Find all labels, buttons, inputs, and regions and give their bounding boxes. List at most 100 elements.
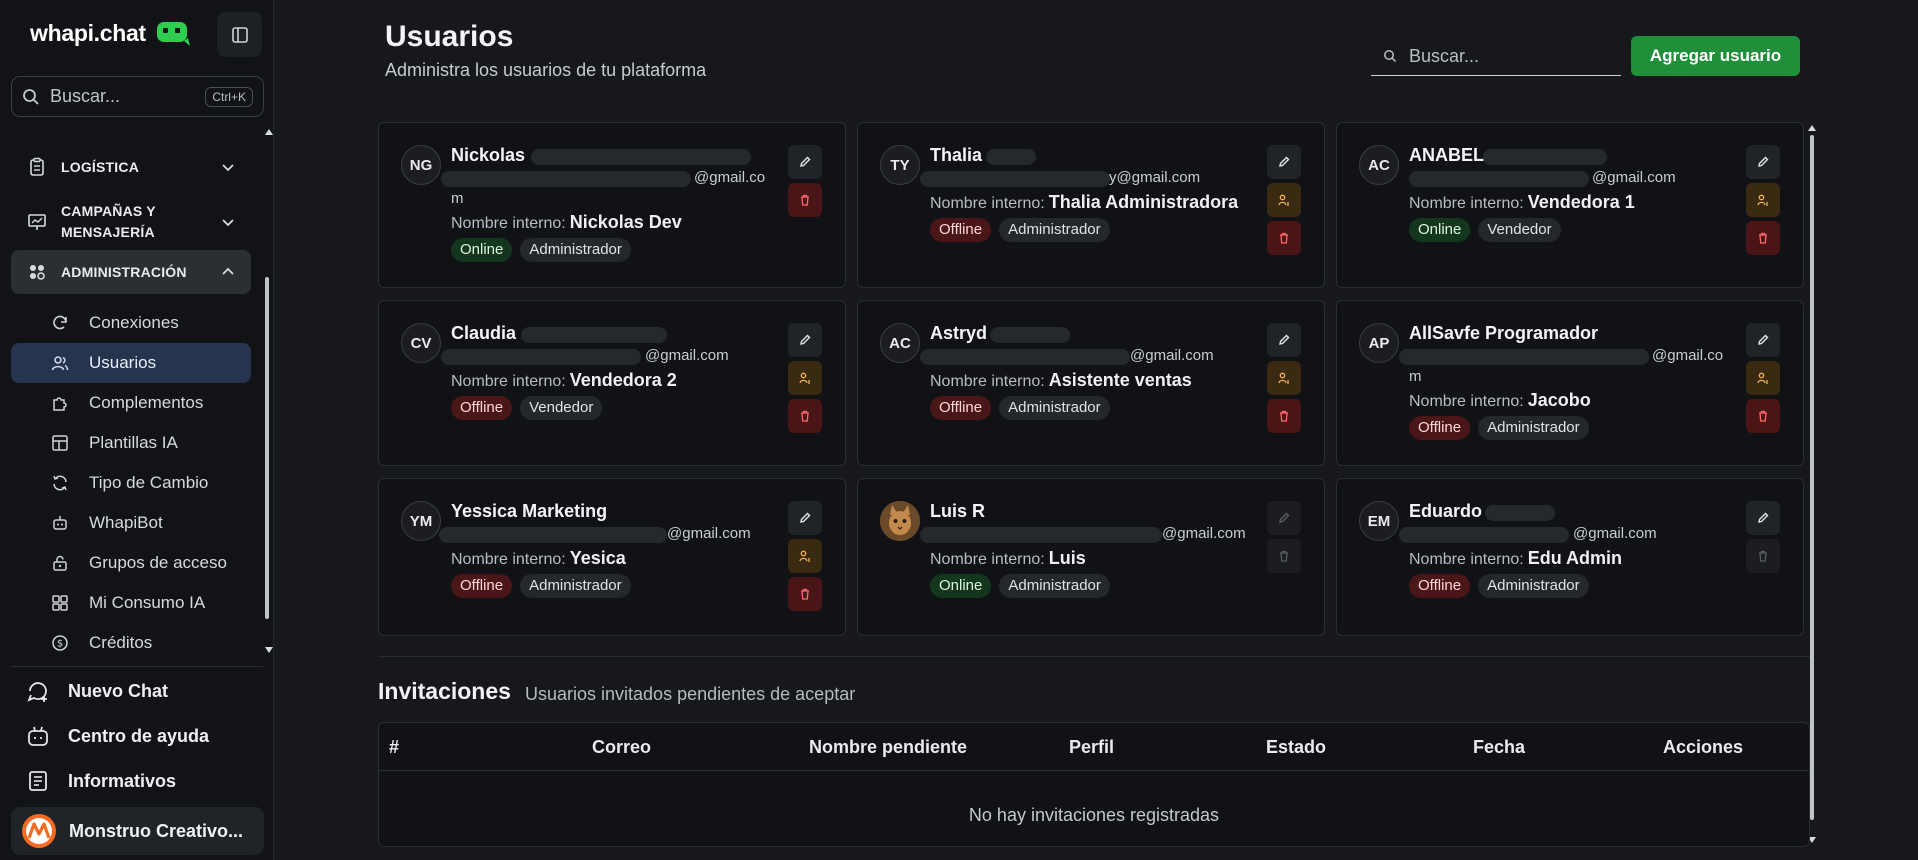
sidebar-search[interactable]: Buscar... Ctrl+K [11, 76, 264, 117]
edit-user-button[interactable] [788, 501, 822, 535]
role-badge: Administrador [520, 574, 631, 598]
refresh-icon [51, 314, 69, 332]
internal-name: Nombre interno: Yesica [451, 548, 626, 569]
sidebar-item-label: Plantillas IA [89, 433, 178, 452]
nav-group-campanas[interactable]: CAMPAÑAS Y MENSAJERÍA [11, 197, 251, 247]
account-switcher[interactable]: Monstruo Creativo... [11, 807, 264, 855]
user-name: ANABEL [1409, 145, 1484, 165]
internal-name: Nombre interno: Vendedora 2 [451, 370, 677, 391]
user-email: @gmail.com [645, 347, 729, 364]
status-badge: Offline [930, 396, 992, 420]
user-badges: Offline Administrador [1409, 574, 1589, 598]
column-header: Acciones [1663, 737, 1744, 757]
edit-user-button[interactable] [1746, 145, 1780, 179]
role-badge: Administrador [999, 396, 1110, 420]
collapse-sidebar-button[interactable] [217, 12, 262, 57]
redacted-email-mask [439, 527, 667, 543]
invitations-table: # Correo Nombre pendiente Perfil Estado … [378, 722, 1810, 847]
user-email: @gmail.com [1592, 169, 1676, 186]
permissions-button[interactable] [1746, 183, 1780, 217]
add-user-button[interactable]: Agregar usuario [1631, 36, 1800, 76]
user-email: @gmail.co [1652, 347, 1724, 364]
user-badges: Offline Administrador [930, 218, 1110, 242]
sidebar-item-label: Usuarios [89, 353, 157, 372]
user-card: AC ANABEL @gmail.com Nombre interno: Vend… [1336, 122, 1804, 288]
trash-icon [798, 409, 812, 423]
delete-user-button-disabled[interactable] [1267, 539, 1301, 573]
sidebar-item-grupos-acceso[interactable]: Grupos de acceso [11, 543, 251, 583]
redacted-name-mask [1483, 149, 1607, 165]
brand-logo[interactable]: whapi.chat [30, 18, 192, 48]
role-badge: Administrador [999, 574, 1110, 598]
sidebar-item-consumo-ia[interactable]: Mi Consumo IA [11, 583, 251, 623]
internal-name-value: Jacobo [1527, 390, 1591, 410]
informativos-link[interactable]: Informativos [26, 766, 176, 796]
user-search-input[interactable]: Buscar... [1371, 37, 1621, 76]
delete-user-button[interactable] [788, 577, 822, 611]
sidebar-item-whapibot[interactable]: WhapiBot [11, 503, 251, 543]
centro-ayuda-link[interactable]: Centro de ayuda [26, 721, 209, 751]
content-scrollbar-thumb[interactable] [1810, 135, 1814, 820]
role-badge: Administrador [1478, 574, 1589, 598]
brand-name: whapi.chat [30, 19, 146, 46]
sidebar-item-creditos[interactable]: $ Créditos [11, 623, 251, 660]
status-badge: Online [1409, 218, 1471, 242]
column-header: Nombre pendiente [809, 737, 968, 757]
sidebar-item-plantillas[interactable]: Plantillas IA [11, 423, 251, 463]
internal-name-value: Asistente ventas [1048, 370, 1192, 390]
nav-group-logistica[interactable]: LOGÍSTICA [11, 147, 251, 187]
edit-user-button[interactable] [788, 323, 822, 357]
edit-user-button[interactable] [1746, 323, 1780, 357]
search-icon [1383, 49, 1397, 63]
sidebar-nav: LOGÍSTICA CAMPAÑAS Y MENSAJERÍA ADMINIST… [0, 125, 274, 660]
redacted-email-mask [441, 349, 641, 365]
delete-user-button[interactable] [1746, 399, 1780, 433]
user-card: NG Nickolas @gmail.co m Nombre interno: N… [378, 122, 846, 288]
redacted-email-mask [441, 171, 691, 187]
delete-user-button[interactable] [788, 399, 822, 433]
nuevo-chat-link[interactable]: Nuevo Chat [26, 676, 168, 706]
edit-user-button[interactable] [1746, 501, 1780, 535]
sidebar: whapi.chat Buscar... Ctrl+K LOGÍSTICA CA… [0, 0, 274, 860]
user-name: Claudia [451, 323, 517, 343]
internal-name: Nombre interno: Asistente ventas [930, 370, 1192, 391]
user-email: @gmail.co [694, 169, 766, 186]
chat-plus-icon [26, 679, 50, 703]
user-key-icon [1756, 371, 1770, 385]
grid-icon [27, 262, 47, 282]
edit-user-button-disabled[interactable] [1267, 501, 1301, 535]
permissions-button[interactable] [1746, 361, 1780, 395]
redacted-email-mask [920, 527, 1162, 543]
user-email: @gmail.com [1162, 525, 1246, 542]
redacted-name-mask [990, 327, 1070, 343]
delete-user-button-disabled[interactable] [1746, 539, 1780, 573]
user-avatar: NG [401, 145, 441, 185]
nav-group-administracion[interactable]: ADMINISTRACIÓN [11, 250, 251, 294]
delete-user-button[interactable] [1267, 221, 1301, 255]
nav-group-label: ADMINISTRACIÓN [61, 263, 187, 280]
pencil-icon [1756, 333, 1770, 347]
sidebar-item-conexiones[interactable]: Conexiones [11, 303, 251, 343]
user-email-wrap: m [451, 190, 464, 207]
permissions-button[interactable] [1267, 183, 1301, 217]
presentation-icon [27, 212, 47, 232]
account-logo-icon [21, 813, 57, 849]
sidebar-item-usuarios[interactable]: Usuarios [11, 343, 251, 383]
permissions-button[interactable] [788, 361, 822, 395]
role-badge: Administrador [999, 218, 1110, 242]
delete-user-button[interactable] [788, 183, 822, 217]
delete-user-button[interactable] [1746, 221, 1780, 255]
internal-name-value: Yesica [569, 548, 626, 568]
delete-user-button[interactable] [1267, 399, 1301, 433]
permissions-button[interactable] [1267, 361, 1301, 395]
edit-user-button[interactable] [1267, 145, 1301, 179]
sidebar-scrollbar-thumb[interactable] [265, 277, 269, 619]
edit-user-button[interactable] [1267, 323, 1301, 357]
permissions-button[interactable] [788, 539, 822, 573]
sidebar-item-complementos[interactable]: Complementos [11, 383, 251, 423]
user-avatar: AP [1359, 323, 1399, 363]
edit-user-button[interactable] [788, 145, 822, 179]
sidebar-item-tipo-cambio[interactable]: Tipo de Cambio [11, 463, 251, 503]
user-name: Thalia [930, 145, 983, 165]
page-subtitle: Administra los usuarios de tu plataforma [385, 60, 707, 80]
